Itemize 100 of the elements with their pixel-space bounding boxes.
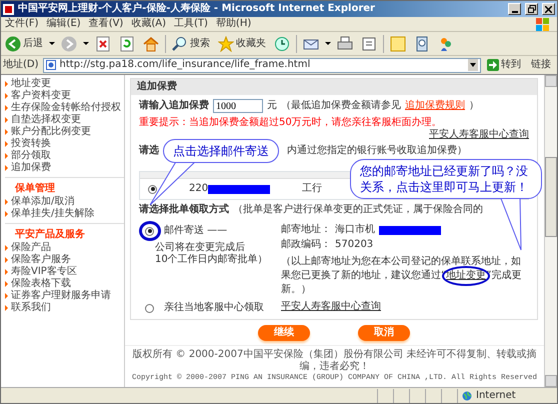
service-center-link[interactable]: 平安人寿客服中心查询 [281,301,381,312]
sidebar-link[interactable]: 自垫选择权变更 [11,114,81,126]
sidebar-link[interactable]: 证券客户理财服务申请 [11,290,111,302]
radio-button[interactable] [148,184,157,194]
account-number: 220 [189,183,208,195]
sidebar-link[interactable]: 联系我们 [11,302,51,314]
sidebar-link[interactable]: 部分领取 [11,150,51,162]
redaction-bar [208,184,270,194]
arrow-icon [487,59,499,71]
copyright-text: 版权所有 © 2000-2007中国平安保险（集团）股份有限公司 未经许可不得复制、转载或摘编，违者必究！ [131,349,538,373]
menu-item[interactable]: 工具(T) [170,18,212,30]
prompt-note: （批单是客户进行保单变更的正式凭证，属于保险合同的 [233,204,483,215]
prompt-text: 请选择批单领取方式 [139,204,229,215]
people-icon[interactable] [438,36,454,52]
hint-text: ） [469,100,479,112]
radio-button[interactable] [145,226,154,236]
dropdown-caret-icon[interactable] [325,42,331,45]
security-zone: Internet [476,390,516,402]
sidebar-link[interactable]: 保险表格下载 [11,278,71,290]
rules-link[interactable]: 追加保费规则 [405,100,465,112]
bullet-icon [5,199,8,205]
sidebar-link[interactable]: 寿险VIP客专区 [11,266,77,278]
dropdown-caret-icon[interactable] [49,42,55,45]
printer-icon[interactable] [337,36,353,52]
star-icon [218,36,234,52]
radio-button[interactable] [145,304,154,312]
sidebar-heading: 保单管理 [14,182,56,196]
option-note: 10个工作日内邮寄批单） [155,254,269,266]
sidebar-link[interactable]: 保险产品 [11,242,51,254]
back-button[interactable]: 后退 [3,34,45,52]
minimize-button[interactable] [508,3,521,15]
bullet-icon [5,105,8,111]
postcode-value: 570203 [335,239,374,251]
menu-item[interactable]: 文件(F) [1,18,43,30]
page-icon [46,60,56,70]
sidebar-link[interactable]: 保单添加/取消 [11,196,74,208]
address-change-link[interactable]: 地址变更 [446,270,486,281]
sidebar-link[interactable]: 生存保险金转帐给付授权 [11,102,121,114]
sidebar-link[interactable]: 投资转换 [11,138,51,150]
prompt-text: 内通过您指定的银行账号收取追加保费） [287,145,467,157]
bank-name: 工行 [302,183,322,195]
sidebar-link[interactable]: 保单挂失/挂失解除 [11,208,94,220]
vertical-scrollbar[interactable] [544,75,557,387]
field-label: 邮政编码： [281,239,331,251]
search-button[interactable]: 搜索 [170,34,212,52]
search-icon [172,36,188,52]
hint-text: （最低追加保费金额请参见 [281,100,401,112]
menu-item[interactable]: 收藏(A) [127,18,170,30]
bullet-icon [5,269,8,275]
close-button[interactable] [542,3,555,15]
stop-icon[interactable] [95,36,111,52]
sidebar-link[interactable]: 地址变更 [11,78,51,90]
prompt-text: 请选 [139,145,159,157]
close-icon [545,6,552,12]
menu-item[interactable]: 查看(V) [84,18,128,30]
clock-icon[interactable] [274,36,290,52]
bullet-icon [5,211,8,217]
favorites-button[interactable]: 收藏夹 [216,34,268,52]
bullet-icon [5,281,8,287]
menu-item[interactable]: 帮助(H) [212,18,256,30]
refresh-icon[interactable] [119,36,135,52]
unit-label: 元 [267,100,277,112]
sidebar-link[interactable]: 保险客户服务 [11,254,71,266]
service-center-link[interactable]: 平安人寿客服中心查询 [429,129,529,141]
bullet-icon [5,141,8,147]
amount-input[interactable]: 1000 [213,99,263,113]
address-value: 海口市机 [335,224,375,236]
redaction-bar [379,226,441,234]
dropdown-caret-icon[interactable] [83,42,89,45]
restore-icon [528,5,536,13]
bullet-icon [5,257,8,263]
house-icon[interactable] [143,36,159,52]
option-note: 公司将在变更完成后 [155,242,246,254]
window-title: 中国平安网上理财-个人客户-保险-人寿保险 - Microsoft Internet Explorer [18,3,376,15]
restore-button[interactable] [525,3,538,15]
browser-icon [3,4,14,14]
bullet-icon [5,153,8,159]
bullet-icon [5,117,8,123]
sidebar-link[interactable]: 账户分配比例变更 [11,126,91,138]
address-field[interactable]: http://stg.pa18.com/life_insurance/life_frame.html [42,58,481,72]
address-label: 地址(D) [3,59,39,71]
go-button[interactable]: 转到 [485,58,523,72]
highlight-ring [442,266,490,286]
links-button[interactable]: 链接 [527,59,555,71]
bullet-icon [5,305,8,311]
highlight-ring [139,221,161,241]
option-label: 邮件寄送 —— [164,225,228,237]
sidebar-link[interactable]: 客户资料变更 [11,90,71,102]
bullet-icon [5,165,8,171]
panel-title: 追加保费 [131,79,537,95]
option-label: 亲往当地客服中心领取 [164,302,264,314]
menu-item[interactable]: 编辑(E) [42,18,85,30]
globe-icon [462,390,472,400]
bullet-icon [5,81,8,87]
notice-text: 重要提示：当追加保费金额超过50万元时，请您亲往客服柜面办理。 [139,117,442,128]
callout-bubble: 点击选择邮件寄送 [163,139,279,163]
document-icon[interactable] [361,36,377,52]
field-label: 邮寄地址： [281,224,331,236]
bullet-icon [5,245,8,251]
sidebar-link[interactable]: 追加保费 [11,162,51,174]
